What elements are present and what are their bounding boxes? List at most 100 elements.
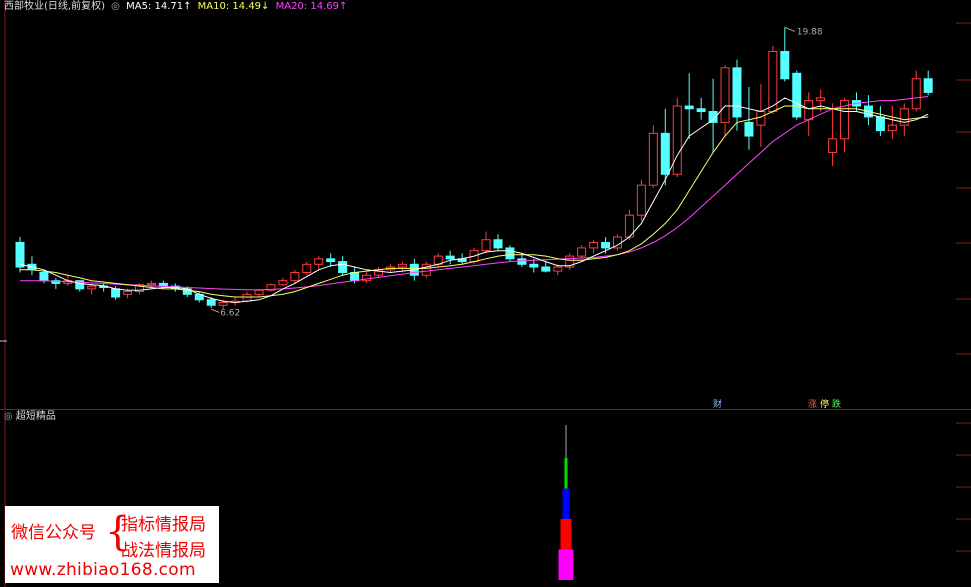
candle-body	[278, 280, 288, 286]
candle	[577, 245, 587, 259]
candle	[314, 256, 324, 270]
candle	[863, 95, 873, 126]
event-zhang[interactable]: 涨	[808, 400, 817, 411]
candle	[541, 261, 551, 273]
candle-body	[577, 247, 587, 257]
candle-body	[804, 100, 814, 121]
candle	[99, 283, 109, 292]
candle	[445, 250, 455, 265]
low-label: 6.62	[220, 308, 240, 318]
candle	[720, 65, 730, 137]
candle	[338, 256, 348, 276]
candle	[230, 297, 240, 306]
event-cai[interactable]: 财	[713, 400, 722, 411]
candle-body	[87, 285, 97, 290]
price-chart[interactable]: 19.88 6.62	[0, 0, 971, 410]
candlestick-panel[interactable]: 19.88 6.62 西部牧业(日线,前复权) ◎ MA5: 14.71↑ MA1…	[0, 0, 971, 410]
candle-body	[875, 116, 885, 132]
indicator-bar-segment	[558, 549, 574, 580]
candle-body	[445, 255, 455, 260]
candle-body	[326, 258, 336, 263]
candle	[421, 261, 431, 278]
candle	[911, 70, 921, 112]
indicator-name: 超短精品	[15, 411, 56, 422]
candle-body	[732, 67, 742, 118]
ma5-label: MA5: 14.71↑	[126, 1, 192, 12]
candle-body	[146, 282, 156, 286]
candle	[613, 234, 622, 251]
candle	[816, 89, 826, 112]
candle	[505, 245, 515, 262]
candle-body	[923, 78, 933, 93]
candle-body	[911, 78, 921, 110]
candle	[624, 209, 634, 240]
candle	[15, 237, 25, 273]
candle-body	[206, 299, 216, 306]
candle-body	[397, 263, 407, 268]
candle-body	[553, 266, 563, 272]
candle-body	[242, 293, 252, 302]
candle-body	[493, 239, 503, 249]
indicator-bar-segment	[562, 488, 570, 519]
candle-body	[350, 271, 360, 282]
indicator-settings-icon[interactable]: ◎	[4, 411, 13, 422]
indicator-bar-segment	[560, 519, 572, 550]
low-pointer	[211, 308, 220, 313]
indicator-title: ◎ 超短精品	[4, 411, 56, 423]
settings-icon[interactable]: ◎	[111, 1, 120, 12]
candle-body	[696, 108, 706, 113]
candle-body	[541, 266, 551, 272]
candle	[302, 261, 312, 276]
candle	[362, 272, 372, 284]
candle-body	[505, 247, 515, 260]
candle-body	[684, 105, 694, 110]
candle	[696, 97, 706, 120]
candle	[780, 27, 790, 82]
candle	[27, 256, 37, 276]
promo-watermark: 微信公众号 { 指标情报局 战法情报局 www.zhibiao168.com	[5, 506, 219, 583]
stock-title[interactable]: 西部牧业(日线,前复权)	[4, 1, 105, 12]
candle-body	[158, 282, 168, 287]
ma10-line	[20, 105, 929, 298]
candle-body	[338, 261, 348, 273]
candle	[589, 239, 599, 254]
event-ting[interactable]: 停	[820, 400, 829, 411]
candle-body	[672, 105, 682, 175]
event-die[interactable]: 跌	[832, 400, 841, 411]
candle	[732, 59, 742, 131]
candle-body	[39, 271, 49, 282]
high-pointer	[784, 26, 795, 32]
promo-line1: 指标情报局	[121, 515, 206, 535]
chart-header: 西部牧业(日线,前复权) ◎ MA5: 14.71↑ MA10: 14.49↓ …	[4, 0, 350, 14]
candle-body	[314, 258, 324, 265]
promo-line2: 战法情报局	[121, 541, 206, 561]
candle	[51, 277, 61, 289]
candle	[648, 125, 658, 188]
candle-body	[529, 263, 539, 268]
candle-body	[218, 302, 228, 306]
candle-body	[111, 288, 121, 298]
candle	[374, 267, 383, 278]
candle-body	[481, 239, 491, 252]
candle	[875, 106, 885, 137]
promo-url: www.zhibiao168.com	[10, 560, 196, 580]
candle-body	[816, 97, 826, 102]
ma20-label: MA20: 14.69↑	[275, 1, 348, 12]
candle	[481, 231, 491, 254]
candle	[266, 283, 276, 292]
candle-body	[123, 291, 133, 295]
candle	[672, 97, 682, 177]
promo-wechat: 微信公众号	[11, 523, 96, 543]
candle-body	[744, 121, 754, 137]
indicator-bar-segment	[564, 458, 568, 489]
candle	[529, 258, 539, 273]
candle	[804, 92, 814, 137]
candle-body	[828, 138, 838, 153]
candle-body	[517, 258, 527, 265]
candle	[684, 73, 694, 139]
candle-body	[290, 271, 300, 282]
candle	[887, 106, 897, 139]
candle-body	[756, 111, 766, 126]
candle	[636, 179, 646, 221]
high-label: 19.88	[797, 27, 823, 37]
